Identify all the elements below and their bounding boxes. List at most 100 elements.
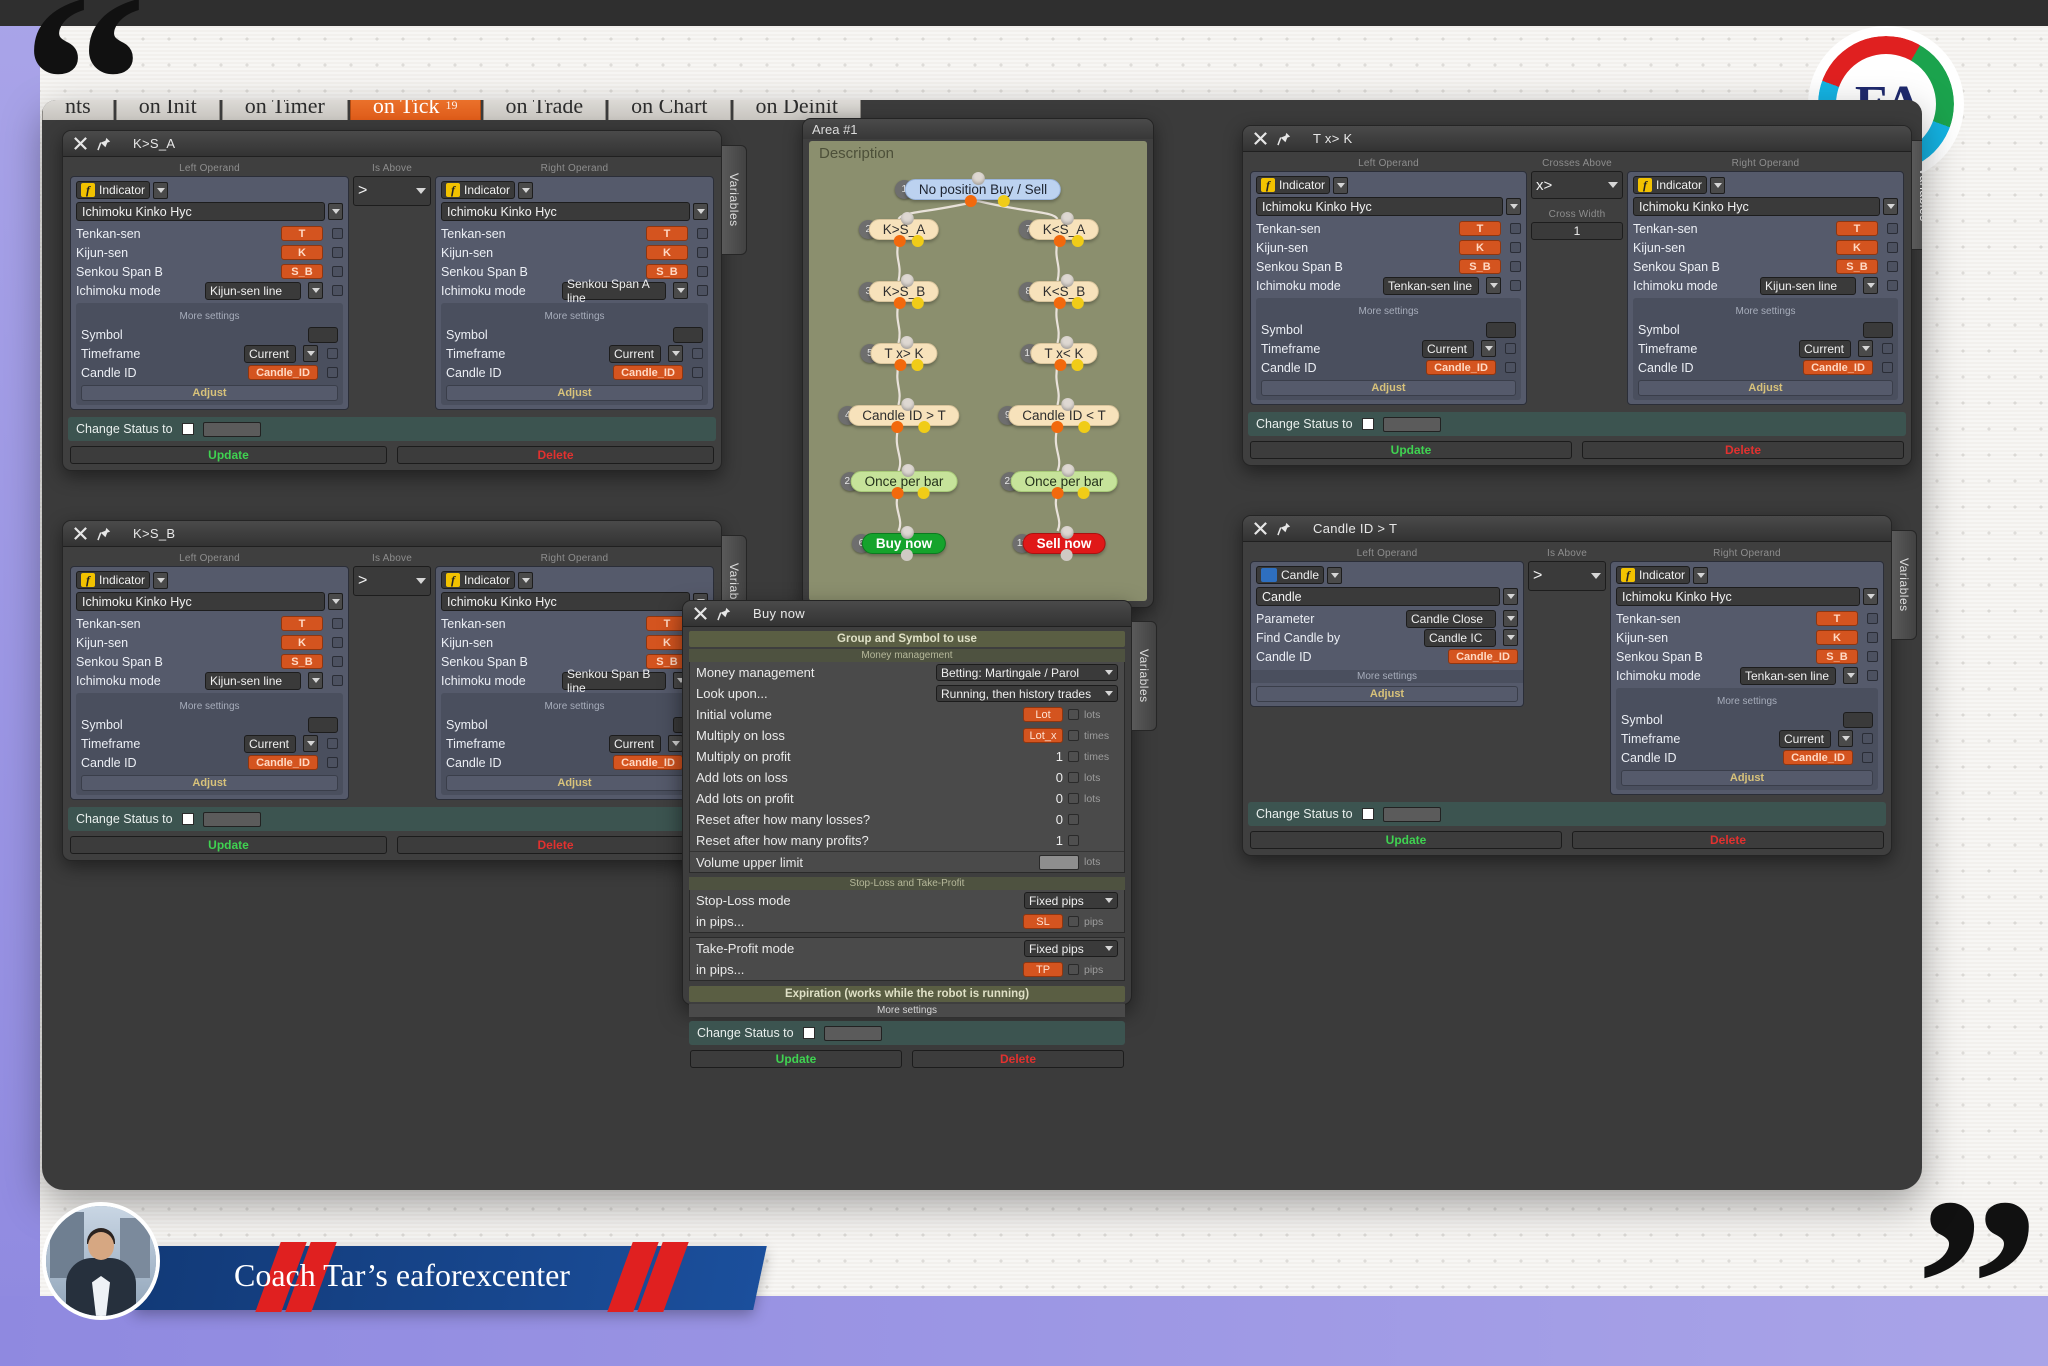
symbol-field[interactable] bbox=[308, 326, 338, 343]
kijun-tag[interactable]: K bbox=[281, 245, 323, 260]
flow-node-5[interactable]: 5 T x> K bbox=[860, 336, 938, 371]
adjust-button[interactable]: Adjust bbox=[446, 775, 703, 791]
flow-canvas[interactable]: Description No position Buy / Sell K>S_A… bbox=[809, 141, 1147, 601]
pin-icon[interactable] bbox=[1277, 521, 1292, 536]
senkou-b-checkbox[interactable] bbox=[1867, 651, 1878, 662]
timeframe-select[interactable]: Current bbox=[609, 734, 661, 753]
candle-id-tag[interactable]: Candle_ID bbox=[1803, 360, 1873, 375]
row-value[interactable]: 0 bbox=[1041, 770, 1063, 785]
operator-select[interactable]: > bbox=[353, 566, 431, 596]
chevron-down-icon[interactable] bbox=[1503, 629, 1518, 646]
ichimoku-mode-select[interactable]: Tenkan-sen line bbox=[1740, 666, 1836, 685]
indicator-name-select[interactable]: Ichimoku Kinko Hyc bbox=[1633, 197, 1880, 216]
chevron-down-icon[interactable] bbox=[1863, 588, 1878, 605]
chevron-down-icon[interactable] bbox=[1843, 667, 1858, 684]
ichimoku-mode-checkbox[interactable] bbox=[1510, 280, 1521, 291]
change-status-field[interactable] bbox=[202, 811, 261, 827]
flow-node-3[interactable]: 3 K>S_B bbox=[858, 274, 940, 309]
kijun-checkbox[interactable] bbox=[1867, 632, 1878, 643]
kijun-checkbox[interactable] bbox=[332, 247, 343, 258]
chevron-down-icon[interactable] bbox=[303, 345, 318, 362]
update-button[interactable]: Update bbox=[690, 1050, 902, 1068]
node-true-connector[interactable] bbox=[964, 195, 977, 207]
delete-button[interactable]: Delete bbox=[912, 1050, 1124, 1068]
adjust-button[interactable]: Adjust bbox=[446, 385, 703, 401]
tenkan-checkbox[interactable] bbox=[697, 228, 708, 239]
chevron-down-icon[interactable] bbox=[693, 203, 708, 220]
update-button[interactable]: Update bbox=[1250, 831, 1562, 849]
adjust-button[interactable]: Adjust bbox=[81, 775, 338, 791]
node-false-connector[interactable] bbox=[911, 359, 924, 371]
change-status-field[interactable] bbox=[823, 1025, 882, 1041]
multiply-on-loss-tag[interactable]: Lot_x bbox=[1023, 728, 1063, 743]
adjust-button[interactable]: Adjust bbox=[1256, 686, 1518, 702]
tenkan-checkbox[interactable] bbox=[332, 618, 343, 629]
candle-id-tag[interactable]: Candle_ID bbox=[1783, 750, 1853, 765]
tab-on-deinit[interactable]: on Deinit bbox=[732, 100, 862, 120]
tenkan-checkbox[interactable] bbox=[1867, 613, 1878, 624]
ichimoku-mode-checkbox[interactable] bbox=[1867, 670, 1878, 681]
adjust-button[interactable]: Adjust bbox=[1621, 770, 1873, 786]
row-value[interactable]: 0 bbox=[1041, 791, 1063, 806]
update-button[interactable]: Update bbox=[70, 836, 387, 854]
flow-node-1[interactable]: 1 No position Buy / Sell bbox=[894, 172, 1062, 207]
node-false-connector[interactable] bbox=[1077, 487, 1090, 499]
variables-side-tab[interactable]: Variables bbox=[1911, 140, 1922, 250]
tenkan-checkbox[interactable] bbox=[1887, 223, 1898, 234]
senkou-b-tag[interactable]: S_B bbox=[281, 264, 323, 279]
node-top-connector[interactable] bbox=[1060, 212, 1074, 225]
candle-id-checkbox[interactable] bbox=[327, 757, 338, 768]
candle-id-tag[interactable]: Candle_ID bbox=[248, 365, 318, 380]
timeframe-checkbox[interactable] bbox=[692, 348, 703, 359]
chevron-down-icon[interactable] bbox=[153, 571, 169, 589]
timeframe-checkbox[interactable] bbox=[1882, 343, 1893, 354]
tab-nts[interactable]: nts bbox=[42, 100, 114, 120]
adjust-button[interactable]: Adjust bbox=[81, 385, 338, 401]
volume-limit-field[interactable] bbox=[1039, 854, 1079, 870]
timeframe-select[interactable]: Current bbox=[609, 344, 661, 363]
chevron-down-icon[interactable] bbox=[1503, 610, 1518, 627]
row-value[interactable]: 1 bbox=[1041, 749, 1063, 764]
pin-icon[interactable] bbox=[1277, 131, 1292, 146]
indicator-type-select[interactable]: f Indicator bbox=[1616, 566, 1691, 584]
node-false-connector[interactable] bbox=[911, 297, 924, 309]
chevron-down-icon[interactable] bbox=[1838, 730, 1853, 747]
variables-side-tab[interactable]: Variables bbox=[1131, 621, 1157, 731]
delete-button[interactable]: Delete bbox=[397, 836, 714, 854]
chevron-down-icon[interactable] bbox=[1710, 176, 1726, 194]
timeframe-checkbox[interactable] bbox=[1505, 343, 1516, 354]
row-checkbox[interactable] bbox=[1068, 730, 1079, 741]
indicator-type-select[interactable]: f Indicator bbox=[441, 181, 516, 199]
symbol-field[interactable] bbox=[1843, 711, 1873, 728]
money-management-select[interactable]: Betting: Martingale / Parol bbox=[936, 664, 1118, 681]
flow-node-2[interactable]: 2 K>S_A bbox=[858, 212, 940, 247]
sl-mode-select[interactable]: Fixed pips bbox=[1024, 892, 1118, 909]
senkou-b-checkbox[interactable] bbox=[332, 656, 343, 667]
operator-select[interactable]: > bbox=[353, 176, 431, 206]
symbol-field[interactable] bbox=[1486, 321, 1516, 338]
pin-icon[interactable] bbox=[97, 136, 112, 151]
senkou-b-tag[interactable]: S_B bbox=[1459, 259, 1501, 274]
tenkan-tag[interactable]: T bbox=[281, 226, 323, 241]
close-icon[interactable] bbox=[1253, 521, 1268, 536]
close-icon[interactable] bbox=[73, 136, 88, 151]
chevron-down-icon[interactable] bbox=[518, 571, 534, 589]
pin-icon[interactable] bbox=[717, 606, 732, 621]
node-false-connector[interactable] bbox=[997, 195, 1010, 207]
chevron-down-icon[interactable] bbox=[1506, 198, 1521, 215]
chevron-down-icon[interactable] bbox=[308, 282, 323, 299]
timeframe-select[interactable]: Current bbox=[244, 734, 296, 753]
row-checkbox[interactable] bbox=[1068, 709, 1079, 720]
flow-node-7[interactable]: 7 K<S_A bbox=[1018, 212, 1100, 247]
indicator-name-select[interactable]: Ichimoku Kinko Hyc bbox=[76, 202, 325, 221]
candle-id-tag[interactable]: Candle_ID bbox=[1426, 360, 1496, 375]
cross-width-field[interactable]: 1 bbox=[1531, 222, 1623, 240]
change-status-checkbox[interactable] bbox=[1361, 808, 1374, 820]
senkou-b-checkbox[interactable] bbox=[1510, 261, 1521, 272]
chevron-down-icon[interactable] bbox=[668, 345, 683, 362]
find-candle-by-select[interactable]: Candle IC bbox=[1424, 628, 1496, 647]
chevron-down-icon[interactable] bbox=[518, 181, 534, 199]
tp-mode-select[interactable]: Fixed pips bbox=[1024, 940, 1118, 957]
senkou-b-checkbox[interactable] bbox=[332, 266, 343, 277]
candle-id-tag[interactable]: Candle_ID bbox=[1448, 649, 1518, 664]
